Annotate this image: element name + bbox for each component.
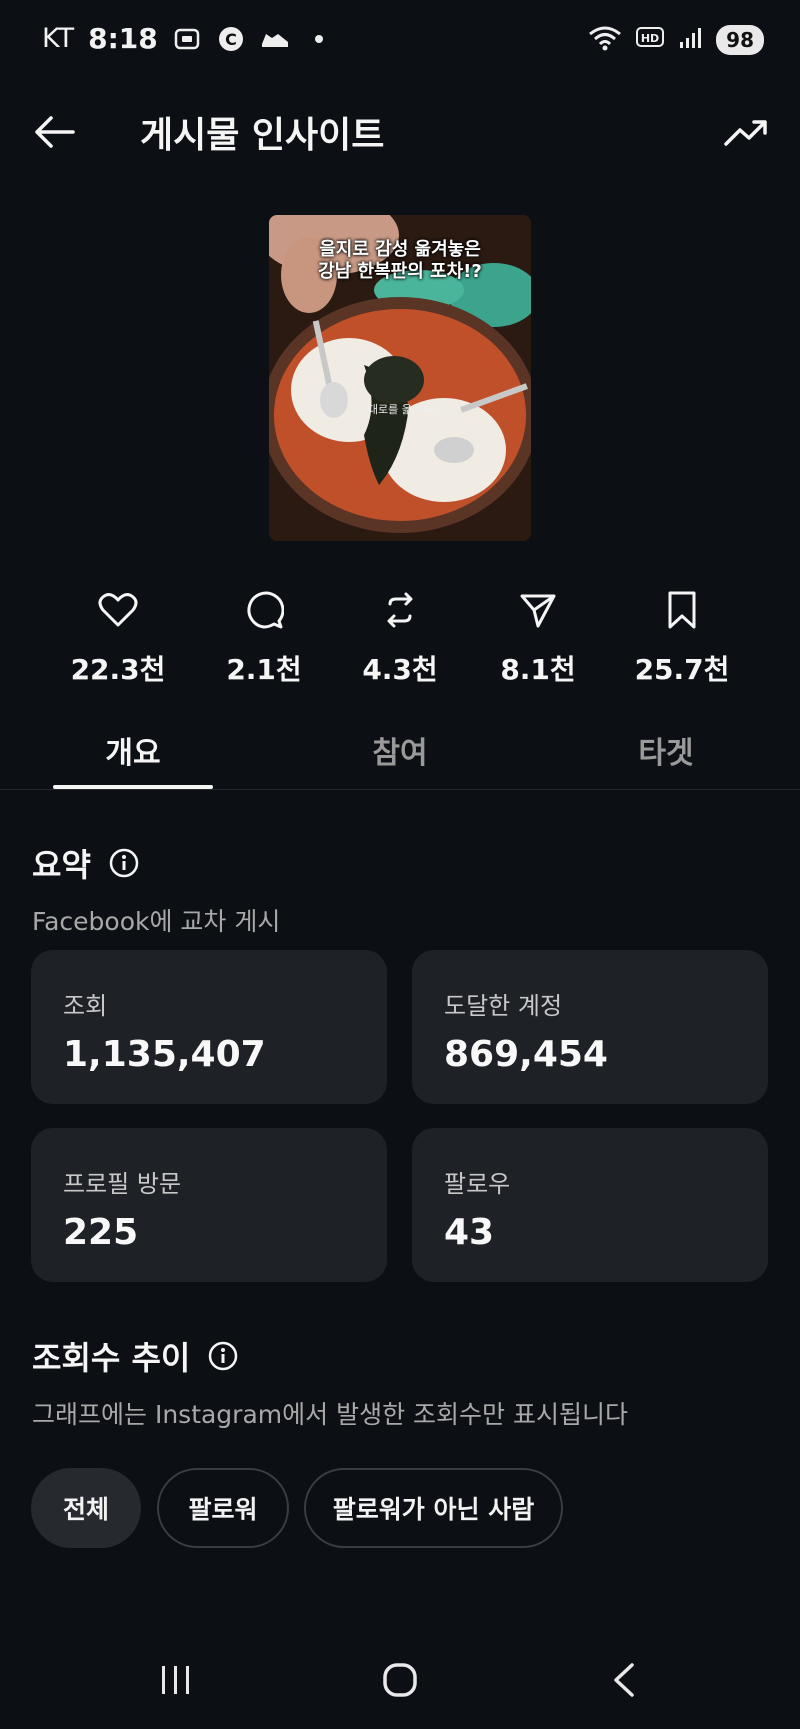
post-thumbnail[interactable]: 을지로 감성 옮겨놓은 강남 한복판의 포차!? 그대로를 옮겨놓은 xyxy=(269,215,531,541)
back-button[interactable] xyxy=(26,104,82,160)
signal-icon xyxy=(678,26,702,54)
wifi-icon xyxy=(588,24,622,56)
comment-icon xyxy=(247,591,284,629)
tab-engagement[interactable]: 참여 xyxy=(320,728,480,772)
share-icon xyxy=(520,594,556,628)
reposts-count: 4.3천 xyxy=(362,653,438,686)
bookmark-icon xyxy=(668,591,696,629)
svg-text:C: C xyxy=(225,30,237,49)
home-button[interactable] xyxy=(360,1650,440,1710)
views-value: 1,135,407 xyxy=(63,1034,266,1075)
thumbnail-caption-line1: 을지로 감성 옮겨놓은 xyxy=(319,239,481,260)
metric-shares[interactable]: 8.1천 xyxy=(478,588,598,688)
reach-value: 869,454 xyxy=(444,1034,608,1075)
clock: 8:18 xyxy=(88,22,158,55)
status-bar-left: KT 8:18 C xyxy=(42,22,334,55)
back-icon xyxy=(614,1663,634,1697)
likes-count: 22.3천 xyxy=(70,653,166,686)
follows-label: 팔로우 xyxy=(444,1170,511,1198)
metric-comments[interactable]: 2.1천 xyxy=(204,588,324,688)
info-icon[interactable] xyxy=(208,1341,238,1371)
views-trend-header: 조회수 추이 xyxy=(32,1333,238,1379)
page-title: 게시물 인사이트 xyxy=(140,115,385,156)
views-label: 조회 xyxy=(63,992,108,1020)
carrier-label: KT xyxy=(42,23,75,54)
views-trend-subtitle: 그래프에는 Instagram에서 발생한 조회수만 표시됩니다 xyxy=(32,1400,628,1429)
thumbnail-caption-line2: 강남 한복판의 포차!? xyxy=(318,261,482,282)
tab-audience[interactable]: 타겟 xyxy=(586,728,746,772)
recent-apps-button[interactable] xyxy=(136,1650,216,1710)
profile-visits-card: 프로필 방문 225 xyxy=(31,1128,387,1282)
profile-visits-label: 프로필 방문 xyxy=(63,1170,182,1198)
profile-visits-value: 225 xyxy=(63,1212,139,1253)
metric-likes[interactable]: 22.3천 xyxy=(58,588,178,688)
c-icon: C xyxy=(216,24,246,54)
info-icon[interactable] xyxy=(109,848,139,878)
status-bar-right: HD 98 xyxy=(588,24,764,56)
views-card: 조회 1,135,407 xyxy=(31,950,387,1104)
thumbnail-subtitle: 그대로를 옮겨놓은 xyxy=(357,403,443,416)
reach-card: 도달한 계정 869,454 xyxy=(412,950,768,1104)
recent-apps-icon xyxy=(162,1666,189,1694)
views-trend-title: 조회수 추이 xyxy=(32,1339,191,1377)
svg-text:HD: HD xyxy=(641,32,659,45)
trend-button[interactable] xyxy=(718,104,774,160)
follows-value: 43 xyxy=(444,1212,495,1253)
hd-icon: HD xyxy=(636,26,665,54)
tab-overview[interactable]: 개요 xyxy=(53,728,213,772)
home-icon xyxy=(383,1663,417,1697)
sneaker-icon xyxy=(260,24,290,54)
trending-up-icon xyxy=(724,120,767,146)
arrow-left-icon xyxy=(35,116,75,148)
repost-icon xyxy=(387,592,413,628)
reach-label: 도달한 계정 xyxy=(444,992,563,1020)
heart-icon xyxy=(98,593,138,627)
comments-count: 2.1천 xyxy=(226,653,302,686)
dot-icon xyxy=(304,24,334,54)
thumbnail-caption: 을지로 감성 옮겨놓은 강남 한복판의 포차!? xyxy=(269,239,531,283)
follows-card: 팔로우 43 xyxy=(412,1128,768,1282)
battery-indicator: 98 xyxy=(716,25,764,55)
filter-chip-all[interactable]: 전체 xyxy=(31,1468,141,1548)
screenshot-icon xyxy=(172,24,202,54)
nav-back-button[interactable] xyxy=(584,1650,664,1710)
filter-chip-followers[interactable]: 팔로워 xyxy=(157,1468,289,1548)
summary-title: 요약 xyxy=(32,846,91,884)
metric-reposts[interactable]: 4.3천 xyxy=(340,588,460,688)
tab-divider xyxy=(0,789,800,790)
filter-chip-non-followers[interactable]: 팔로워가 아닌 사람 xyxy=(304,1468,563,1548)
saves-count: 25.7천 xyxy=(634,653,730,686)
shares-count: 8.1천 xyxy=(500,653,576,686)
summary-subtitle: Facebook에 교차 게시 xyxy=(32,907,281,936)
metric-saves[interactable]: 25.7천 xyxy=(622,588,742,688)
summary-header: 요약 xyxy=(32,840,139,886)
